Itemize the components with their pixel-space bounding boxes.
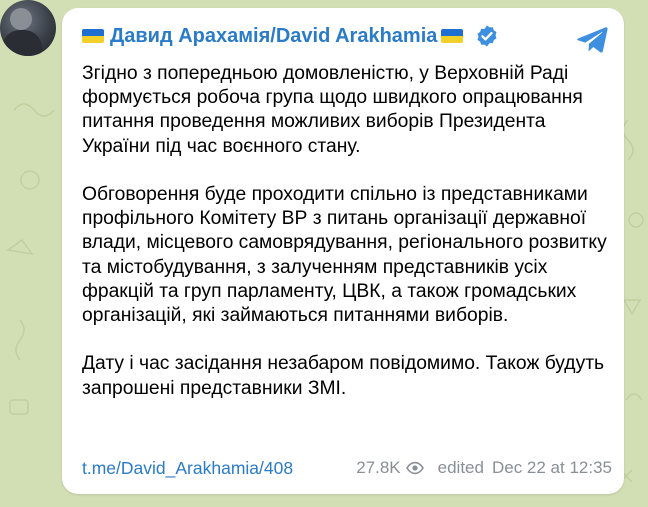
message-footer: t.me/David_Arakhamia/408 27.8K edited De…: [82, 458, 612, 478]
avatar-body: [2, 30, 42, 56]
post-link[interactable]: t.me/David_Arakhamia/408: [82, 458, 293, 479]
ukraine-flag-icon: [82, 29, 104, 43]
message-paragraph: Згідно з попередньою домовленістю, у Вер…: [82, 63, 583, 157]
message-bubble: Давид Арахамія/David Arakhamia Згідно з …: [62, 8, 624, 494]
message-paragraph: Обговорення буде проходити спільно із пр…: [82, 184, 607, 327]
message-text: Згідно з попередньою домовленістю, у Вер…: [82, 62, 612, 401]
ukraine-flag-icon: [441, 29, 464, 43]
author-name[interactable]: Давид Арахамія/David Arakhamia: [110, 25, 437, 48]
views-count: 27.8K: [356, 458, 401, 477]
eye-icon: [405, 461, 424, 475]
edited-label: edited: [437, 458, 484, 477]
avatar-head: [10, 8, 32, 30]
message-header: Давид Арахамія/David Arakhamia: [82, 24, 499, 48]
telegram-logo-icon[interactable]: [576, 26, 608, 54]
verified-badge-icon: [477, 25, 497, 47]
message-paragraph: Дату і час засідання незабаром повідомим…: [82, 353, 605, 399]
avatar[interactable]: [0, 0, 56, 56]
timestamp: Dec 22 at 12:35: [491, 458, 612, 477]
